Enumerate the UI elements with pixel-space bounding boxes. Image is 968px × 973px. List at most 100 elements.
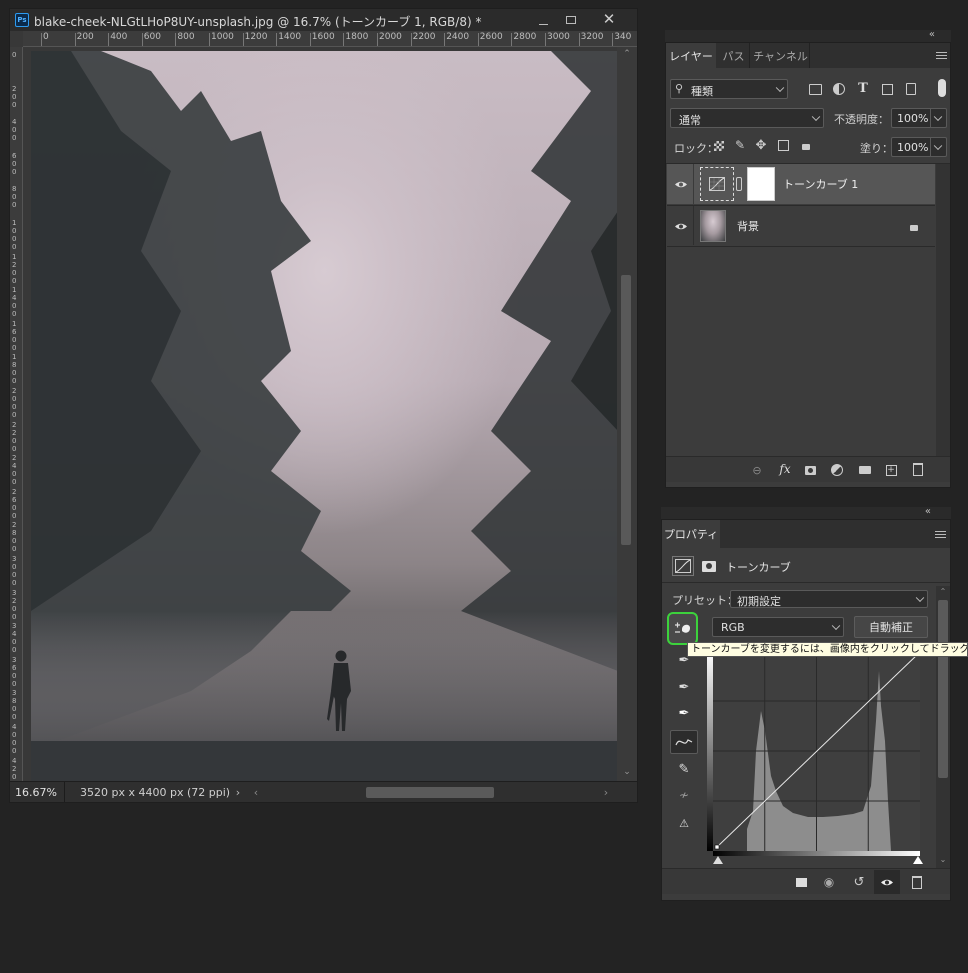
image-canvas[interactable] bbox=[31, 51, 618, 784]
close-icon[interactable]: ✕ bbox=[594, 10, 624, 28]
new-layer-icon[interactable]: + bbox=[882, 462, 900, 478]
curves-adjustment-icon[interactable] bbox=[672, 556, 694, 576]
reset-adjustment-icon[interactable]: ↺ bbox=[848, 873, 870, 891]
layer-row-background[interactable]: 背景 bbox=[667, 206, 935, 245]
ruler-tick bbox=[612, 33, 614, 46]
ruler-tick-label: 8 0 0 bbox=[12, 185, 17, 210]
tab-properties[interactable]: プロパティ bbox=[662, 520, 720, 548]
delete-layer-trash-icon[interactable] bbox=[909, 461, 927, 477]
layer-name[interactable]: 背景 bbox=[737, 218, 759, 234]
ruler-tick-label: 2 0 0 bbox=[12, 84, 17, 109]
ruler-tick-label: 3 0 0 0 bbox=[12, 555, 17, 587]
properties-scroll-thumb[interactable] bbox=[938, 600, 948, 778]
lock-transparent-pixels-icon[interactable] bbox=[712, 139, 726, 153]
layers-scrollbar[interactable] bbox=[936, 164, 950, 456]
scroll-right-icon[interactable]: › bbox=[600, 785, 612, 799]
black-input-slider-icon[interactable] bbox=[713, 856, 723, 864]
ruler-tick-label: 2600 bbox=[479, 32, 503, 42]
document-dimensions: 3520 px x 4400 px (72 ppi) bbox=[80, 786, 231, 799]
tab-channels[interactable]: チャンネル bbox=[752, 43, 810, 68]
filter-toggle-icon[interactable] bbox=[938, 79, 946, 97]
scroll-up-icon[interactable]: ⌃ bbox=[622, 49, 632, 59]
ruler-tick-label: 2000 bbox=[379, 32, 402, 42]
channel-select[interactable]: RGB bbox=[712, 617, 844, 637]
ruler-tick-label: 1600 bbox=[311, 32, 335, 42]
ruler-tick-label: 2 2 0 0 bbox=[12, 420, 17, 453]
opacity-value: 100% bbox=[897, 112, 929, 125]
shape-filter-icon[interactable] bbox=[878, 81, 896, 97]
link-layers-icon[interactable]: ⊖ bbox=[748, 462, 766, 478]
vertical-scrollbar[interactable]: ⌃ ⌄ bbox=[617, 47, 637, 785]
scroll-left-icon[interactable]: ‹ bbox=[250, 785, 262, 799]
mask-properties-icon[interactable] bbox=[698, 556, 720, 576]
blend-mode-select[interactable]: 通常 bbox=[670, 108, 824, 128]
lock-image-pixels-brush-icon[interactable]: ✎ bbox=[733, 138, 747, 152]
collapse-double-chevron-icon[interactable]: « bbox=[925, 506, 931, 517]
tab-layers[interactable]: レイヤー bbox=[666, 43, 716, 68]
ruler-tick bbox=[578, 33, 580, 46]
clip-to-layer-icon[interactable] bbox=[790, 873, 812, 891]
minimize-icon[interactable] bbox=[530, 11, 556, 29]
ruler-tick-label: 2800 bbox=[513, 32, 537, 42]
collapse-double-chevron-icon[interactable]: « bbox=[929, 29, 935, 40]
smart-object-filter-icon[interactable] bbox=[902, 81, 920, 97]
toggle-visibility-eye-icon[interactable] bbox=[874, 870, 900, 894]
horizontal-scroll-thumb[interactable] bbox=[366, 787, 494, 798]
scroll-up-icon[interactable]: ⌃ bbox=[938, 586, 948, 596]
vertical-scroll-thumb[interactable] bbox=[621, 275, 631, 545]
background-layer-thumbnail[interactable] bbox=[700, 210, 726, 242]
fill-input[interactable]: 100% bbox=[891, 137, 947, 157]
visibility-eye-icon[interactable] bbox=[673, 218, 689, 234]
visibility-eye-icon[interactable] bbox=[673, 176, 689, 192]
curves-adjustment-thumbnail-icon[interactable] bbox=[700, 167, 734, 201]
layers-bottom-toolbar: ⊖ fx + bbox=[666, 456, 950, 482]
smooth-curve-icon[interactable]: ≁ bbox=[671, 784, 697, 806]
properties-scrollbar[interactable]: ⌃ ⌄ bbox=[936, 586, 950, 868]
adjustment-filter-icon[interactable] bbox=[830, 81, 848, 97]
layers-panel-collapse-bar[interactable]: « bbox=[665, 29, 951, 42]
new-group-folder-icon[interactable] bbox=[856, 462, 874, 478]
tab-paths[interactable]: パス bbox=[718, 43, 750, 68]
ruler-tick-label: 3200 bbox=[580, 32, 604, 42]
sample-white-point-eyedropper-icon[interactable]: ✒ bbox=[671, 702, 697, 724]
layer-filter-select[interactable]: ⚲ 種類 bbox=[670, 79, 788, 99]
layer-mask-thumbnail[interactable] bbox=[747, 167, 775, 201]
ruler-tick-label: 1 0 0 0 bbox=[12, 219, 17, 251]
delete-adjustment-trash-icon[interactable] bbox=[906, 873, 928, 891]
curves-graph[interactable] bbox=[707, 651, 920, 851]
zoom-field[interactable]: 16.67% bbox=[15, 786, 57, 799]
panel-menu-icon[interactable] bbox=[933, 528, 947, 540]
preset-value: 初期設定 bbox=[737, 595, 781, 608]
add-mask-icon[interactable] bbox=[801, 462, 819, 478]
auto-button[interactable]: 自動補正 bbox=[854, 616, 928, 638]
new-adjustment-layer-icon[interactable] bbox=[828, 462, 846, 478]
scroll-down-icon[interactable]: ⌄ bbox=[622, 767, 632, 777]
clipping-warning-icon[interactable]: ⚠ bbox=[671, 812, 697, 834]
panel-menu-icon[interactable] bbox=[934, 49, 948, 61]
scroll-down-icon[interactable]: ⌄ bbox=[938, 854, 948, 864]
mask-link-chain-icon[interactable] bbox=[735, 177, 743, 191]
document-titlebar[interactable]: Ps blake-cheek-NLGtLHoP8UY-unsplash.jpg … bbox=[10, 9, 637, 31]
search-icon: ⚲ bbox=[675, 82, 684, 95]
properties-panel-collapse-bar[interactable]: « bbox=[661, 506, 951, 519]
layer-row-curves[interactable]: トーンカーブ 1 bbox=[667, 164, 935, 204]
draw-pencil-icon[interactable]: ✎ bbox=[671, 758, 697, 780]
filter-kind-label: 種類 bbox=[691, 85, 713, 98]
layer-name[interactable]: トーンカーブ 1 bbox=[783, 176, 858, 192]
type-filter-icon[interactable]: T bbox=[854, 80, 872, 96]
fill-label: 塗り： bbox=[860, 142, 893, 155]
white-input-slider-icon[interactable] bbox=[913, 856, 923, 864]
targeted-adjustment-tool-icon[interactable] bbox=[667, 612, 698, 645]
edit-points-curve-icon[interactable] bbox=[670, 730, 698, 754]
lock-all-icon[interactable] bbox=[799, 138, 813, 152]
status-chevron-right-icon[interactable]: › bbox=[232, 785, 244, 799]
sample-gray-point-eyedropper-icon[interactable]: ✒ bbox=[671, 676, 697, 698]
preset-select[interactable]: 初期設定 bbox=[730, 590, 928, 608]
maximize-icon[interactable] bbox=[558, 11, 584, 29]
lock-artboard-icon[interactable] bbox=[776, 138, 790, 152]
lock-position-move-icon[interactable]: ✥ bbox=[754, 138, 768, 153]
layer-style-fx-icon[interactable]: fx bbox=[776, 461, 794, 477]
view-previous-state-icon[interactable]: ◉ bbox=[818, 873, 840, 891]
opacity-input[interactable]: 100% bbox=[891, 108, 947, 128]
pixel-layer-filter-icon[interactable] bbox=[806, 81, 824, 97]
